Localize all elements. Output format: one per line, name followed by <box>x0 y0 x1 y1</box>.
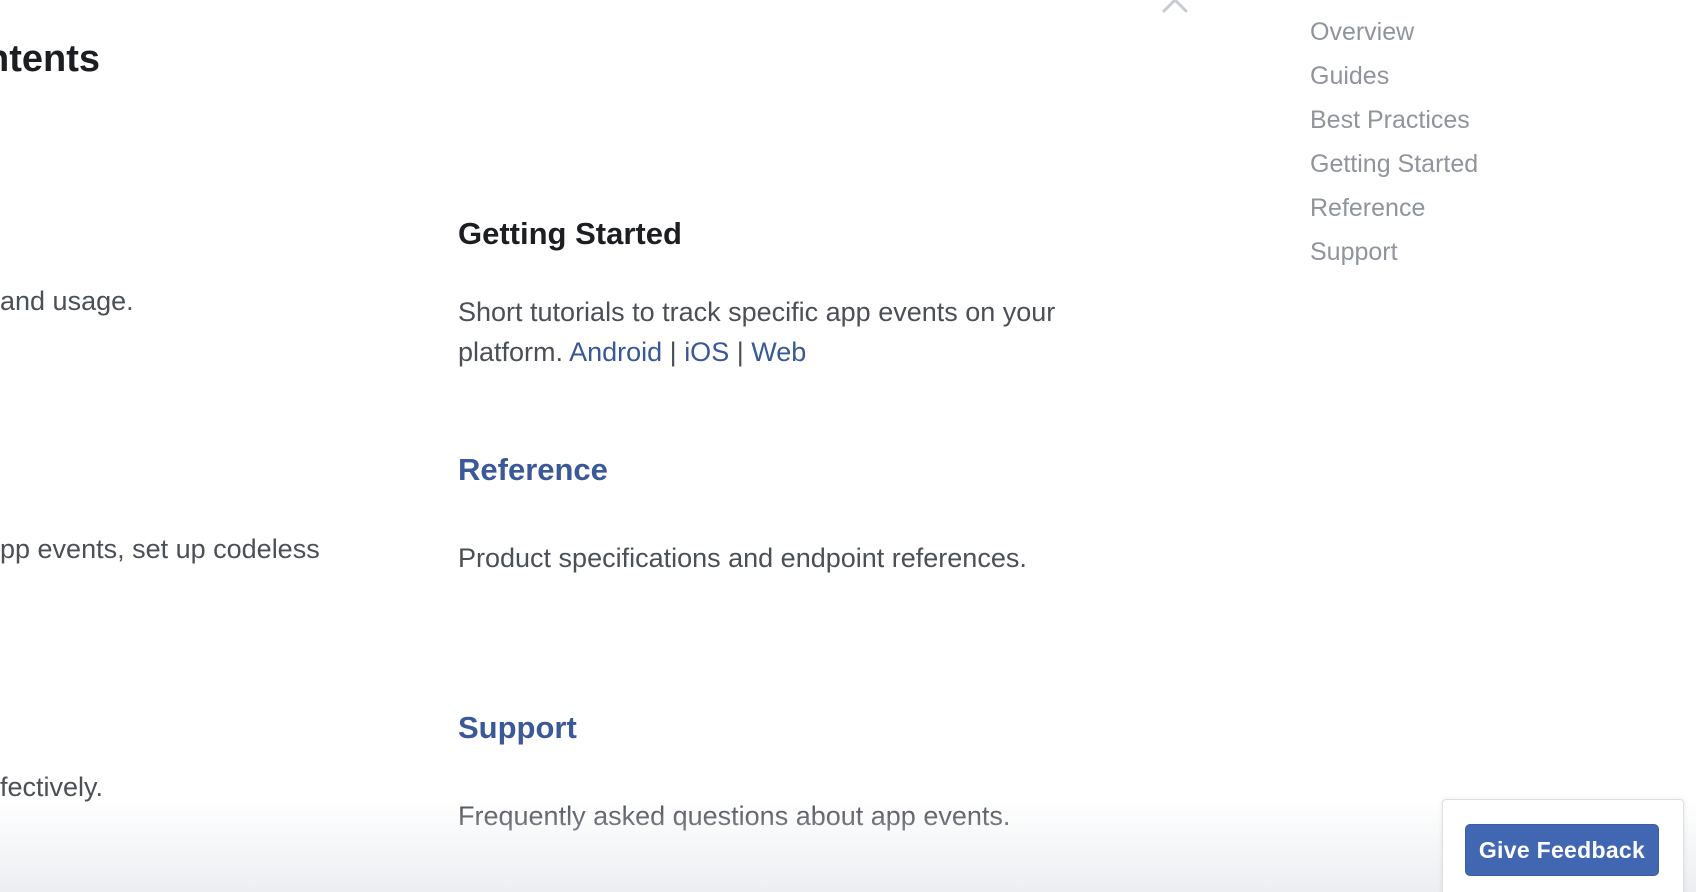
toc-item-reference[interactable]: Reference <box>1310 190 1478 234</box>
link-separator: | <box>736 337 744 367</box>
link-separator: | <box>669 337 677 367</box>
support-heading-link[interactable]: Support <box>458 710 577 746</box>
chevron-up-icon[interactable] <box>1162 0 1188 14</box>
toc-item-overview[interactable]: Overview <box>1310 14 1478 58</box>
reference-description: Product specifications and endpoint refe… <box>458 543 1027 573</box>
toc-item-guides[interactable]: Guides <box>1310 58 1478 102</box>
getting-started-text-line-1: Short tutorials to track specific app ev… <box>458 297 1056 327</box>
page: ntents and usage. pp events, set up code… <box>0 0 1696 892</box>
toc-item-best-practices[interactable]: Best Practices <box>1310 102 1478 146</box>
reference-heading-link[interactable]: Reference <box>458 452 608 488</box>
android-link[interactable]: Android <box>569 337 662 367</box>
toc-item-getting-started[interactable]: Getting Started <box>1310 146 1478 190</box>
table-of-contents: Overview Guides Best Practices Getting S… <box>1310 14 1478 278</box>
toc-item-support[interactable]: Support <box>1310 234 1478 278</box>
web-link[interactable]: Web <box>751 337 806 367</box>
left-column-title: ntents <box>0 38 100 80</box>
getting-started-description: Short tutorials to track specific app ev… <box>458 292 1158 372</box>
left-column-text-effectively: fectively. <box>0 772 104 802</box>
ios-link[interactable]: iOS <box>684 337 729 367</box>
left-column-text-usage: and usage. <box>0 286 134 316</box>
getting-started-text-prefix: platform. <box>458 337 564 367</box>
getting-started-heading: Getting Started <box>458 216 682 251</box>
support-description: Frequently asked questions about app eve… <box>458 801 1011 831</box>
left-column-text-codeless: pp events, set up codeless <box>0 534 320 564</box>
give-feedback-button[interactable]: Give Feedback <box>1465 824 1659 876</box>
